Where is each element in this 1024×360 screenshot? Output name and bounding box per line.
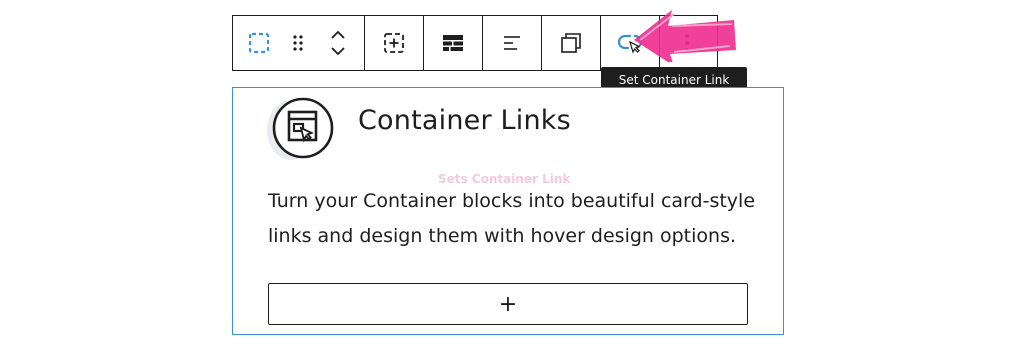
block-description: Turn your Container blocks into beautifu… bbox=[268, 184, 768, 254]
toolbar-group-align bbox=[483, 16, 542, 70]
layout-grid-icon bbox=[443, 35, 463, 51]
drag-handle-button[interactable] bbox=[279, 16, 317, 70]
description-line-1: Turn your Container blocks into beautifu… bbox=[268, 190, 756, 212]
drag-handle-icon bbox=[293, 35, 304, 51]
duplicate-button[interactable] bbox=[542, 16, 600, 70]
align-button[interactable] bbox=[483, 16, 541, 70]
select-container-button[interactable] bbox=[240, 16, 278, 70]
move-up-down-icon bbox=[331, 30, 345, 56]
layout-grid-button[interactable] bbox=[424, 16, 482, 70]
container-link-logo-icon bbox=[267, 97, 334, 160]
plus-icon: + bbox=[498, 291, 518, 317]
description-line-2: links and design them with hover design … bbox=[268, 225, 737, 247]
add-block-button[interactable] bbox=[365, 16, 423, 70]
select-container-icon bbox=[248, 32, 269, 54]
toolbar-group-add bbox=[365, 16, 424, 70]
duplicate-icon bbox=[561, 33, 581, 53]
toolbar-group-block bbox=[233, 16, 365, 70]
toolbar-group-duplicate bbox=[542, 16, 601, 70]
block-title: Container Links bbox=[358, 105, 571, 136]
add-block-icon bbox=[384, 33, 404, 53]
add-block-appender-button[interactable]: + bbox=[268, 283, 748, 325]
annotation-arrow-icon bbox=[634, 10, 736, 62]
toolbar-group-layout bbox=[424, 16, 483, 70]
move-up-down-button[interactable] bbox=[319, 16, 357, 70]
align-icon bbox=[504, 36, 520, 50]
